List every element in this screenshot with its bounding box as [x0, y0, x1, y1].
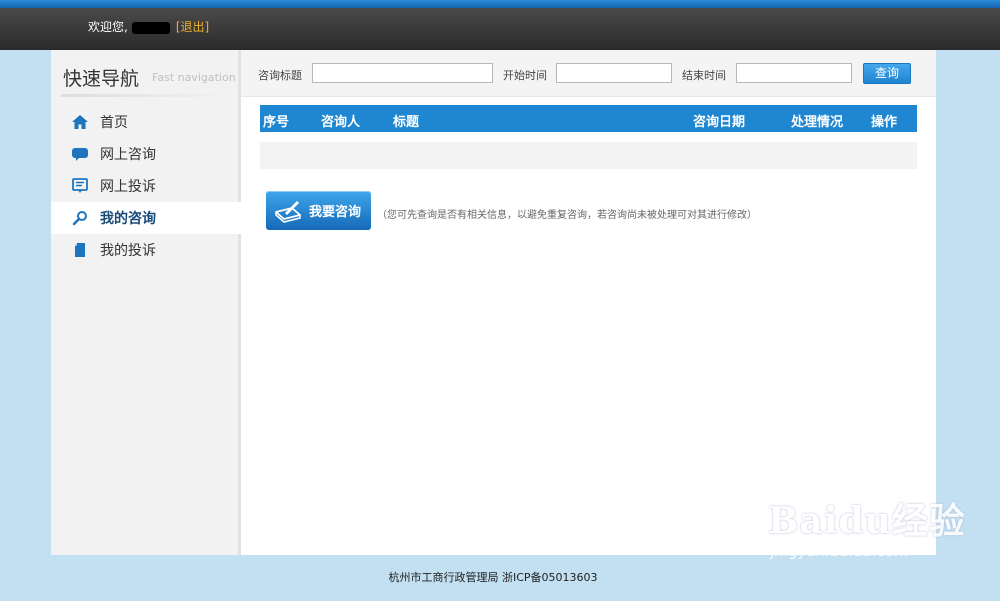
sidebar-item-online-complaint[interactable]: 网上投诉	[51, 170, 241, 202]
main-container: 快速导航 Fast navigation 首页 网上咨询 网上投诉 我的咨询 我…	[51, 50, 936, 555]
top-bar: 欢迎您, [退出]	[0, 8, 1000, 50]
column-header-date: 咨询日期	[693, 115, 746, 130]
table-header: 序号 咨询人 标题 咨询日期 处理情况 操作	[260, 105, 917, 132]
column-header-status: 处理情况	[791, 115, 844, 130]
logout-link[interactable]: [退出]	[176, 20, 209, 34]
nav-subtitle: Fast navigation	[152, 71, 236, 84]
home-icon	[71, 113, 89, 131]
consult-hint: （您可先查询是否有相关信息，以避免重复咨询，若咨询尚未被处理可对其进行修改）	[377, 210, 757, 221]
start-time-input[interactable]	[556, 63, 672, 83]
welcome-text: 欢迎您, [退出]	[88, 18, 209, 35]
consult-button-label: 我要咨询	[309, 205, 362, 220]
sidebar-item-my-consult[interactable]: 我的咨询	[51, 202, 241, 234]
nav-list: 首页 网上咨询 网上投诉 我的咨询 我的投诉	[51, 106, 241, 266]
nav-divider	[61, 94, 231, 97]
table-row-empty	[260, 142, 917, 169]
username-redacted	[131, 21, 170, 34]
column-header-action: 操作	[871, 115, 898, 130]
column-header-consultant: 咨询人	[321, 115, 361, 130]
welcome-label: 欢迎您,	[88, 20, 128, 34]
sidebar-item-my-complaint[interactable]: 我的投诉	[51, 234, 241, 266]
title-input[interactable]	[312, 63, 493, 83]
sidebar-item-online-consult[interactable]: 网上咨询	[51, 138, 241, 170]
complaint-icon	[71, 177, 89, 195]
end-time-input[interactable]	[736, 63, 852, 83]
footer-text: 杭州市工商行政管理局 浙ICP备05013603	[388, 571, 598, 584]
sidebar-item-label: 我的咨询	[100, 211, 156, 227]
search-bar: 咨询标题 开始时间 结束时间 查询	[241, 50, 936, 97]
column-header-index: 序号	[263, 115, 290, 130]
end-time-label: 结束时间	[682, 69, 726, 82]
nav-title: 快速导航	[63, 68, 140, 90]
sidebar-item-label: 首页	[100, 115, 128, 131]
chat-bubble-icon	[71, 145, 89, 163]
document-icon	[71, 241, 89, 259]
search-button[interactable]: 查询	[863, 63, 911, 84]
column-header-title: 标题	[393, 115, 420, 130]
start-time-label: 开始时间	[503, 69, 547, 82]
watermark-main: Baidu经验	[768, 500, 966, 542]
main-content: 咨询标题 开始时间 结束时间 查询 序号 咨询人 标题 咨询日期 处理情况 操作…	[241, 50, 936, 555]
sidebar-item-home[interactable]: 首页	[51, 106, 241, 138]
sidebar-item-label: 网上咨询	[100, 147, 156, 163]
sidebar: 快速导航 Fast navigation 首页 网上咨询 网上投诉 我的咨询 我…	[51, 50, 241, 555]
sidebar-item-label: 我的投诉	[100, 243, 156, 259]
search-icon	[71, 209, 89, 227]
baidu-watermark: Baidu经验 jingyan.baidu.com	[768, 492, 966, 560]
sidebar-item-label: 网上投诉	[100, 179, 156, 195]
top-accent-line	[0, 0, 1000, 8]
watermark-sub: jingyan.baidu.com	[770, 542, 909, 560]
consult-button[interactable]: 我要咨询	[266, 191, 371, 230]
edit-icon	[275, 200, 301, 223]
title-label: 咨询标题	[258, 69, 302, 82]
